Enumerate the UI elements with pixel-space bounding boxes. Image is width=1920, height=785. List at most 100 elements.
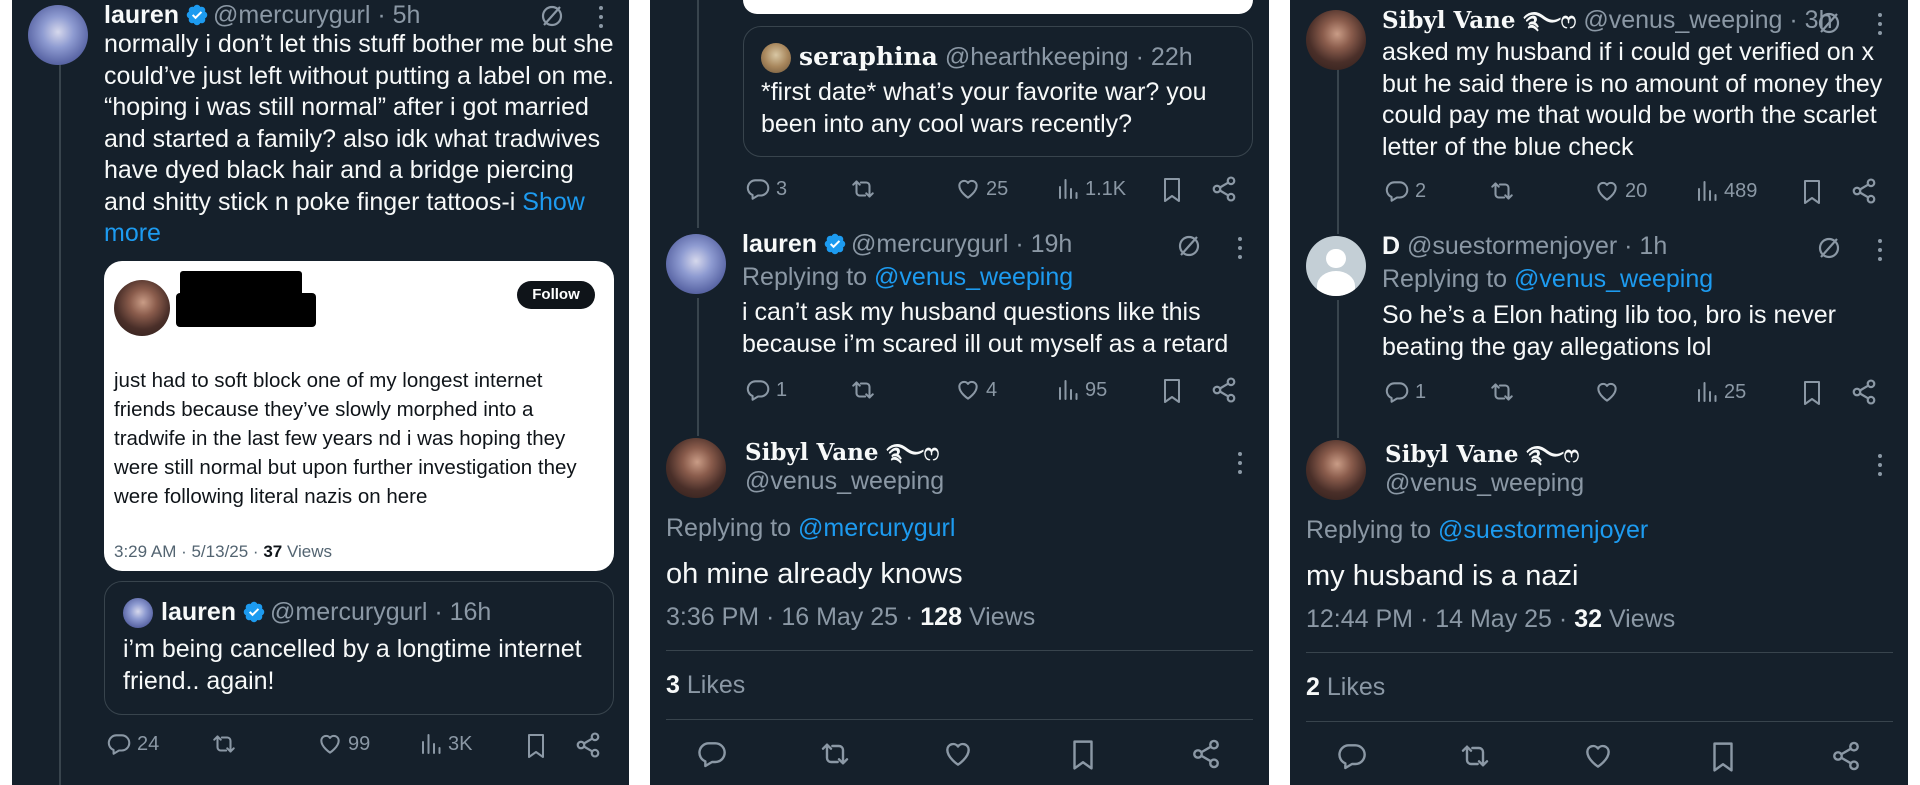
like-action[interactable] bbox=[1594, 379, 1625, 405]
like-action[interactable]: 99 bbox=[317, 731, 370, 757]
bookmark-icon[interactable] bbox=[1800, 379, 1824, 407]
share-nodes-icon[interactable] bbox=[1850, 378, 1878, 406]
main-timestamp-line: 3:36 PM · 16 May 25 · 128 Views bbox=[666, 602, 1035, 634]
reply-count: 2 bbox=[1415, 179, 1427, 202]
grok-slash-circle-icon[interactable] bbox=[1176, 233, 1202, 259]
like-action[interactable]: 4 bbox=[955, 377, 997, 403]
avatar-sibyl[interactable] bbox=[666, 438, 726, 498]
retweet-action[interactable] bbox=[849, 377, 882, 403]
bar-chart-icon bbox=[1698, 382, 1717, 402]
author-name[interactable]: D bbox=[1382, 232, 1400, 260]
main-author-name[interactable]: Sibyl Vane ࿐ෆ bbox=[745, 438, 939, 468]
bookmark-icon[interactable] bbox=[1160, 377, 1184, 405]
vertical-ellipsis-icon[interactable] bbox=[598, 6, 604, 28]
heart-icon[interactable] bbox=[1582, 740, 1614, 772]
quoted-text: i’m being cancelled by a longtime intern… bbox=[123, 635, 582, 695]
reply-action[interactable]: 24 bbox=[106, 731, 159, 757]
thread-connector-line bbox=[697, 298, 699, 436]
heart-icon[interactable] bbox=[942, 738, 974, 770]
reply-action[interactable]: 2 bbox=[1384, 178, 1426, 204]
grok-slash-circle-icon[interactable] bbox=[1816, 235, 1842, 261]
heart-icon bbox=[320, 734, 340, 754]
reply-action[interactable]: 3 bbox=[745, 176, 787, 202]
retweet-action[interactable] bbox=[1488, 178, 1521, 204]
views-action[interactable]: 95 bbox=[1056, 377, 1107, 403]
author-name[interactable]: lauren bbox=[104, 1, 179, 29]
like-count: 99 bbox=[348, 732, 371, 755]
main-timestamp: 12:44 PM · 14 May 25 · bbox=[1306, 605, 1568, 633]
author-handle[interactable]: @venus_weeping bbox=[1583, 6, 1782, 34]
speech-bubble-icon[interactable] bbox=[696, 738, 728, 770]
likes-summary[interactable]: 3 Likes bbox=[666, 670, 745, 702]
reply-time: · 1h bbox=[1624, 232, 1668, 260]
vertical-ellipsis-icon[interactable] bbox=[1877, 454, 1883, 476]
reply-action[interactable]: 1 bbox=[1384, 379, 1426, 405]
speech-bubble-icon[interactable] bbox=[1336, 740, 1368, 772]
speech-bubble-icon bbox=[1385, 382, 1409, 403]
retweet-arrows-icon[interactable] bbox=[818, 738, 852, 770]
bookmark-icon[interactable] bbox=[1800, 178, 1824, 206]
quoted-post-card[interactable]: seraphina @hearthkeeping · 22h *first da… bbox=[743, 26, 1253, 157]
views-action[interactable]: 1.1K bbox=[1056, 176, 1126, 202]
views-action[interactable]: 489 bbox=[1695, 178, 1757, 204]
share-nodes-icon[interactable] bbox=[1190, 738, 1222, 770]
share-nodes-icon[interactable] bbox=[1830, 740, 1862, 772]
avatar-sibyl[interactable] bbox=[1306, 10, 1366, 70]
vertical-ellipsis-icon[interactable] bbox=[1877, 13, 1883, 35]
avatar-lauren[interactable] bbox=[666, 234, 726, 294]
author-name[interactable]: Sibyl Vane ࿐ෆ bbox=[1382, 7, 1576, 34]
like-action[interactable]: 25 bbox=[955, 176, 1008, 202]
replying-to-link[interactable]: @venus_weeping bbox=[874, 263, 1073, 291]
retweet-arrows-icon bbox=[1491, 182, 1513, 200]
vertical-ellipsis-icon[interactable] bbox=[1237, 237, 1243, 259]
avatar-default[interactable] bbox=[1306, 236, 1366, 296]
bookmark-icon[interactable] bbox=[524, 732, 548, 760]
avatar-lauren[interactable] bbox=[28, 5, 88, 65]
replying-prefix: Replying to bbox=[666, 514, 792, 542]
screenshot-image[interactable]: Follow just had to soft block one of my … bbox=[104, 261, 614, 571]
share-nodes-icon[interactable] bbox=[1850, 177, 1878, 205]
share-nodes-icon[interactable] bbox=[1210, 376, 1238, 404]
replying-to-link[interactable]: @mercurygurl bbox=[798, 514, 955, 542]
author-name[interactable]: lauren bbox=[742, 230, 817, 258]
divider bbox=[1306, 652, 1893, 653]
follow-button[interactable]: Follow bbox=[517, 281, 595, 309]
author-handle[interactable]: @suestormenjoyer bbox=[1407, 232, 1617, 260]
redacted-handle-block bbox=[176, 293, 316, 327]
retweet-arrows-icon bbox=[213, 735, 235, 753]
vertical-ellipsis-icon[interactable] bbox=[1237, 452, 1243, 474]
post-header: Sibyl Vane ࿐ෆ @venus_weeping · 3h bbox=[1382, 5, 1832, 36]
likes-count: 2 bbox=[1306, 673, 1320, 701]
views-count: 489 bbox=[1724, 179, 1758, 202]
quoted-post-card[interactable]: lauren @mercurygurl · 16h i’m being cance… bbox=[104, 581, 614, 715]
author-handle[interactable]: @mercurygurl bbox=[851, 230, 1008, 258]
retweet-action[interactable] bbox=[1488, 379, 1521, 405]
share-nodes-icon[interactable] bbox=[1210, 175, 1238, 203]
bar-chart-icon bbox=[422, 734, 441, 754]
replying-to-link[interactable]: @suestormenjoyer bbox=[1438, 516, 1648, 544]
retweet-action[interactable] bbox=[849, 176, 882, 202]
grok-slash-circle-icon[interactable] bbox=[539, 3, 565, 29]
main-author-handle[interactable]: @venus_weeping bbox=[745, 466, 944, 496]
bookmark-icon[interactable] bbox=[1160, 176, 1184, 204]
avatar-sibyl[interactable] bbox=[1306, 440, 1366, 500]
quoted-author-handle: @mercurygurl bbox=[270, 598, 428, 626]
grok-slash-circle-icon[interactable] bbox=[1816, 10, 1842, 36]
main-author-name[interactable]: Sibyl Vane ࿐ෆ bbox=[1385, 440, 1579, 470]
likes-summary[interactable]: 2 Likes bbox=[1306, 672, 1385, 704]
bookmark-icon[interactable] bbox=[1068, 738, 1098, 772]
views-action[interactable]: 3K bbox=[419, 731, 472, 757]
speech-bubble-icon bbox=[107, 734, 131, 755]
previous-card-edge bbox=[743, 0, 1253, 14]
views-action[interactable]: 25 bbox=[1695, 379, 1746, 405]
retweet-action[interactable] bbox=[210, 731, 243, 757]
share-nodes-icon[interactable] bbox=[574, 731, 602, 759]
replying-to-link[interactable]: @venus_weeping bbox=[1514, 265, 1713, 293]
retweet-arrows-icon[interactable] bbox=[1458, 740, 1492, 772]
like-action[interactable]: 20 bbox=[1594, 178, 1647, 204]
bookmark-icon[interactable] bbox=[1708, 740, 1738, 774]
reply-action[interactable]: 1 bbox=[745, 377, 787, 403]
author-handle[interactable]: @mercurygurl bbox=[213, 1, 370, 29]
main-author-handle[interactable]: @venus_weeping bbox=[1385, 468, 1584, 498]
vertical-ellipsis-icon[interactable] bbox=[1877, 239, 1883, 261]
